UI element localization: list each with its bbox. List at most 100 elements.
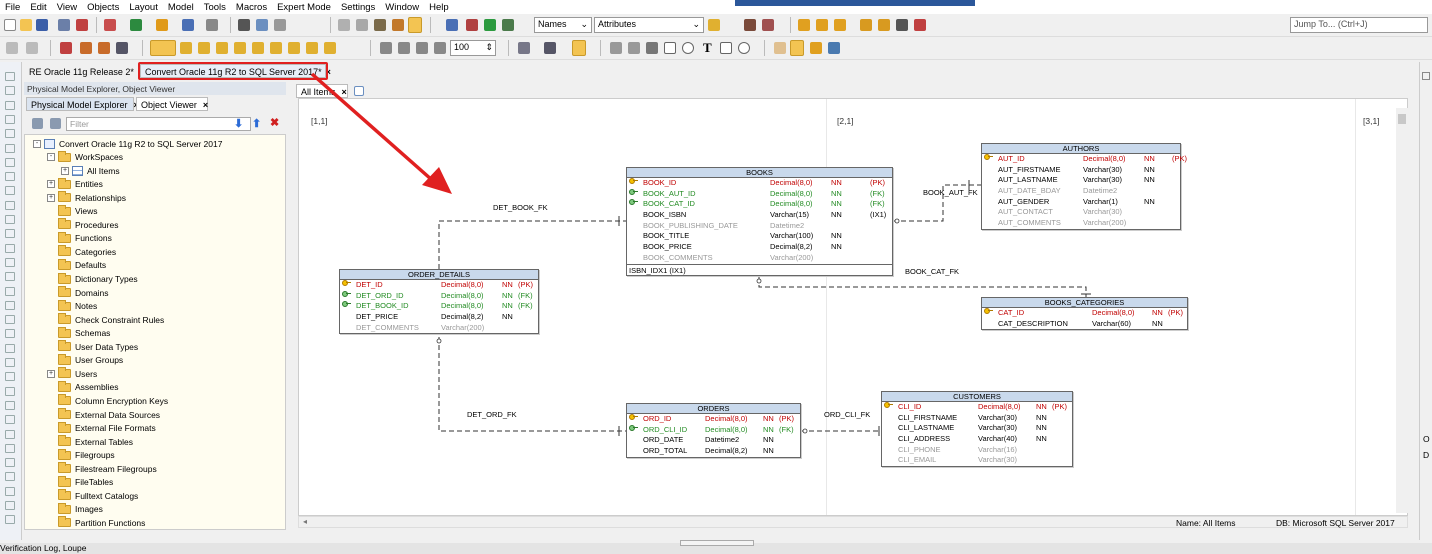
function-tool-icon[interactable] bbox=[324, 42, 336, 54]
menu-macros[interactable]: Macros bbox=[231, 2, 272, 13]
attribute-row[interactable]: AUT_DATE_BDAY Datetime2 bbox=[982, 186, 1180, 197]
splitter-handle[interactable] bbox=[680, 540, 754, 546]
arrow-down-icon[interactable]: ⬇ bbox=[234, 117, 243, 130]
display-attributes-select[interactable]: Attributes ⌄ bbox=[594, 17, 704, 33]
attribute-row[interactable]: CLI_ID Decimal(8,0) NN (PK) bbox=[882, 402, 1072, 413]
tree-item[interactable]: Notes bbox=[47, 299, 97, 313]
attribute-row[interactable]: AUT_COMMENTS Varchar(200) bbox=[982, 218, 1180, 229]
toolbox-item-icon[interactable] bbox=[5, 286, 15, 296]
toolbox-item-icon[interactable] bbox=[5, 229, 15, 239]
entity-customers[interactable]: CUSTOMERS CLI_ID Decimal(8,0) NN (PK) CLI_FIR… bbox=[881, 391, 1073, 468]
toolbox-item-icon[interactable] bbox=[5, 358, 15, 367]
status-bar-text[interactable]: Verification Log, Loupe bbox=[0, 543, 86, 553]
entity-tool-icon[interactable] bbox=[180, 42, 192, 54]
tree-item[interactable]: Check Constraint Rules bbox=[47, 313, 164, 326]
tab-physical-model-explorer[interactable]: Physical Model Explorer× bbox=[26, 97, 139, 111]
table-icon[interactable] bbox=[646, 42, 658, 54]
toolbox-item-icon[interactable] bbox=[5, 472, 15, 482]
toolbox-item-icon[interactable] bbox=[5, 100, 15, 110]
menu-settings[interactable]: Settings bbox=[336, 2, 380, 13]
new-file-icon[interactable] bbox=[4, 19, 16, 31]
toolbox-item-icon[interactable] bbox=[5, 443, 15, 453]
zoom-in-icon[interactable] bbox=[380, 42, 392, 54]
entity-books[interactable]: BOOKS BOOK_ID Decimal(8,0) NN (PK) BOOK_AUT_I… bbox=[626, 167, 893, 276]
redo-icon[interactable] bbox=[26, 42, 38, 54]
format-icon[interactable] bbox=[518, 42, 530, 54]
attribute-row[interactable]: CLI_FIRSTNAME Varchar(30) NN bbox=[882, 413, 1072, 424]
attribute-row[interactable]: CAT_ID Decimal(8,0) NN (PK) bbox=[982, 308, 1187, 319]
attribute-row[interactable]: ORD_DATE Datetime2 NN bbox=[627, 435, 800, 446]
eye-icon[interactable] bbox=[738, 42, 750, 54]
toolbox-item-icon[interactable] bbox=[5, 386, 15, 396]
toolbox-item-icon[interactable] bbox=[5, 114, 15, 124]
attribute-row[interactable]: ORD_CLI_ID Decimal(8,0) NN (FK) bbox=[627, 424, 800, 436]
attribute-row[interactable]: AUT_FIRSTNAME Varchar(30) NN bbox=[982, 165, 1180, 176]
toolbox-item-icon[interactable] bbox=[5, 215, 15, 224]
zoom-level-input[interactable]: 100 ⇕ bbox=[450, 40, 496, 56]
tree-item[interactable]: - Convert Oracle 11g R2 to SQL Server 201… bbox=[33, 137, 222, 150]
lock-icon[interactable] bbox=[356, 19, 368, 31]
tree-item[interactable]: Dictionary Types bbox=[47, 272, 138, 286]
attribute-row[interactable]: DET_BOOK_ID Decimal(8,0) NN (FK) bbox=[340, 301, 538, 312]
toolbox-item-icon[interactable] bbox=[5, 429, 15, 439]
add-entity-icon[interactable] bbox=[104, 19, 116, 31]
tree-item[interactable]: Views bbox=[47, 204, 98, 218]
menu-view[interactable]: View bbox=[52, 2, 82, 13]
toolbox-item-icon[interactable] bbox=[5, 243, 15, 253]
relation-tool-icon[interactable] bbox=[198, 42, 210, 54]
tree-item[interactable]: - WorkSpaces bbox=[47, 150, 123, 164]
toolbox-item-icon[interactable] bbox=[5, 515, 15, 525]
rectangle-icon[interactable] bbox=[664, 42, 676, 54]
filter-input[interactable]: Filter bbox=[66, 117, 251, 131]
tree-item[interactable]: Functions bbox=[47, 231, 112, 245]
tree-item[interactable]: Domains bbox=[47, 286, 109, 299]
flag-icon[interactable] bbox=[860, 19, 872, 31]
delete-icon[interactable] bbox=[60, 42, 72, 54]
entity-authors[interactable]: AUTHORS AUT_ID Decimal(8,0) NN (PK) AUT_FIRST… bbox=[981, 143, 1187, 230]
menu-edit[interactable]: Edit bbox=[25, 2, 51, 13]
tree-item[interactable]: Defaults bbox=[47, 258, 106, 272]
display-options-icon[interactable] bbox=[708, 19, 720, 31]
canvas-horizontal-scrollbar[interactable]: ◂ bbox=[298, 516, 1408, 528]
attribute-row[interactable]: DET_ORD_ID Decimal(8,0) NN (FK) bbox=[340, 290, 538, 302]
binoculars-icon[interactable] bbox=[374, 19, 386, 31]
validate-icon[interactable] bbox=[466, 19, 478, 31]
fit-icon[interactable] bbox=[878, 19, 890, 31]
export-icon[interactable] bbox=[828, 42, 840, 54]
run-icon[interactable] bbox=[484, 19, 496, 31]
script-icon[interactable] bbox=[446, 19, 458, 31]
print-preview-icon[interactable] bbox=[256, 19, 268, 31]
toolbox-item-icon[interactable] bbox=[5, 72, 15, 81]
picture-icon[interactable] bbox=[720, 42, 732, 54]
identifying-relation-icon[interactable] bbox=[216, 42, 228, 54]
arrange-icon[interactable] bbox=[834, 19, 846, 31]
expand-icon[interactable]: + bbox=[61, 166, 69, 175]
format-painter-icon[interactable] bbox=[572, 40, 586, 56]
zoom-fit-icon[interactable] bbox=[416, 42, 428, 54]
attribute-row[interactable]: AUT_CONTACT Varchar(30) bbox=[982, 207, 1180, 218]
tree-item[interactable]: + Entities bbox=[47, 177, 103, 191]
save-icon[interactable] bbox=[36, 19, 48, 31]
tree-item[interactable]: Schemas bbox=[47, 326, 110, 340]
zoom-out-icon[interactable] bbox=[398, 42, 410, 54]
attribute-row[interactable]: BOOK_PRICE Decimal(8,2) NN bbox=[627, 242, 892, 253]
attribute-row[interactable]: CLI_LASTNAME Varchar(30) NN bbox=[882, 423, 1072, 434]
tree-item[interactable]: Categories bbox=[47, 245, 116, 258]
toolbox-item-icon[interactable] bbox=[5, 300, 15, 310]
model-icon[interactable] bbox=[392, 19, 404, 31]
note-tool-icon[interactable] bbox=[288, 42, 300, 54]
toolbox-item-icon[interactable] bbox=[5, 372, 15, 382]
align-icon[interactable] bbox=[816, 19, 828, 31]
attribute-row[interactable]: ORD_ID Decimal(8,0) NN (PK) bbox=[627, 414, 800, 425]
screen-icon[interactable] bbox=[116, 42, 128, 54]
undo-icon[interactable] bbox=[6, 42, 18, 54]
close-icon[interactable]: × bbox=[203, 100, 208, 110]
toolbox-item-icon[interactable] bbox=[5, 415, 15, 425]
expand-icon[interactable]: + bbox=[47, 180, 55, 189]
grid-icon[interactable] bbox=[338, 19, 350, 31]
tab-object-viewer[interactable]: Object Viewer × bbox=[136, 97, 208, 111]
toolbox-item-icon[interactable] bbox=[5, 486, 15, 496]
hand-icon[interactable] bbox=[774, 42, 786, 54]
attribute-row[interactable]: BOOK_ISBN Varchar(15) NN (IX1) bbox=[627, 210, 892, 221]
menu-window[interactable]: Window bbox=[380, 2, 424, 13]
